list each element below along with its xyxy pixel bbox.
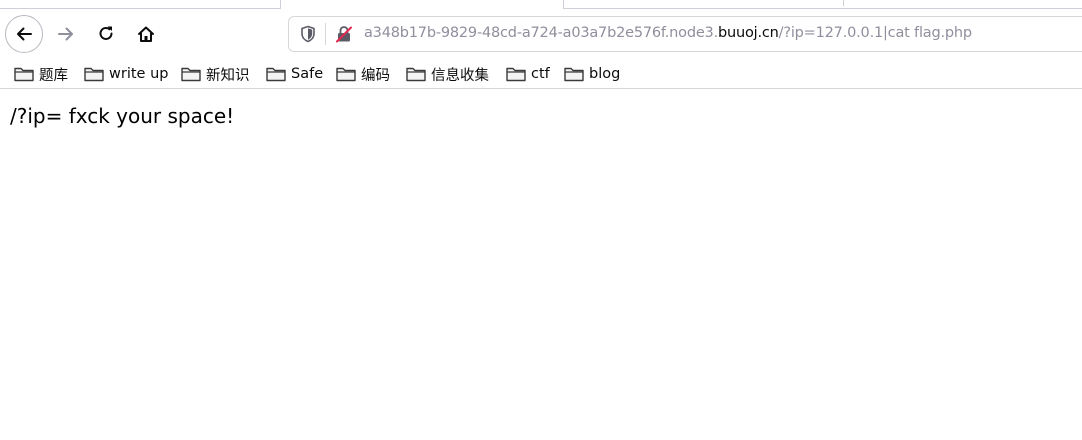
folder-icon xyxy=(506,67,526,82)
forward-button[interactable] xyxy=(47,15,85,53)
arrow-left-icon xyxy=(17,27,32,41)
tab-separator xyxy=(843,0,844,6)
bookmark-label: Safe xyxy=(291,66,324,82)
folder-icon xyxy=(336,67,356,82)
bookmark-label: ctf xyxy=(531,66,550,82)
tab-inactive-right[interactable] xyxy=(563,0,1082,9)
url-prefix: a348b17b-9829-48cd-a724-a03a7b2e576f.nod… xyxy=(364,25,718,41)
back-button[interactable] xyxy=(5,15,43,53)
bookmark-info-gathering[interactable]: 信息收集 xyxy=(406,63,489,85)
shield-icon[interactable] xyxy=(299,25,317,43)
bookmark-ctf[interactable]: ctf xyxy=(506,63,550,85)
bookmark-label: 编码 xyxy=(361,67,390,84)
folder-icon xyxy=(406,67,426,82)
arrow-right-icon xyxy=(58,27,73,41)
bookmark-write-up[interactable]: write up xyxy=(84,63,168,85)
bookmark-label: write up xyxy=(109,66,169,82)
bookmarks-toolbar: 题库 write up 新知识 Safe 编码 信息收集 ctf blog xyxy=(0,59,1082,89)
bookmark-label: blog xyxy=(589,66,621,82)
url-divider xyxy=(325,23,326,45)
url-path: /?ip=127.0.0.1|cat flag.php xyxy=(778,25,972,41)
page-body-text: /?ip= fxck your space! xyxy=(10,104,235,128)
bookmark-blog[interactable]: blog xyxy=(564,63,620,85)
reload-icon xyxy=(99,26,113,40)
reload-button[interactable] xyxy=(87,15,125,53)
url-text[interactable]: a348b17b-9829-48cd-a724-a03a7b2e576f.nod… xyxy=(364,25,972,41)
bookmark-tiku[interactable]: 题库 xyxy=(14,63,68,85)
home-button[interactable] xyxy=(127,15,165,53)
navigation-toolbar: a348b17b-9829-48cd-a724-a03a7b2e576f.nod… xyxy=(0,9,1082,59)
home-icon xyxy=(138,26,154,42)
bookmark-label: 新知识 xyxy=(206,67,250,84)
folder-icon xyxy=(564,67,584,82)
url-domain: buuoj.cn xyxy=(718,25,779,41)
insecure-lock-icon[interactable] xyxy=(335,25,353,43)
tab-strip xyxy=(0,0,1082,9)
folder-icon xyxy=(14,67,34,82)
bookmark-label: 题库 xyxy=(39,67,68,84)
bookmark-label: 信息收集 xyxy=(431,67,489,84)
url-bar[interactable]: a348b17b-9829-48cd-a724-a03a7b2e576f.nod… xyxy=(288,16,1082,52)
folder-icon xyxy=(84,67,104,82)
bookmark-safe[interactable]: Safe xyxy=(266,63,323,85)
tab-inactive-left[interactable] xyxy=(0,0,281,9)
folder-icon xyxy=(266,67,286,82)
folder-icon xyxy=(181,67,201,82)
bookmark-new-knowledge[interactable]: 新知识 xyxy=(181,63,250,85)
bookmark-encoding[interactable]: 编码 xyxy=(336,63,390,85)
